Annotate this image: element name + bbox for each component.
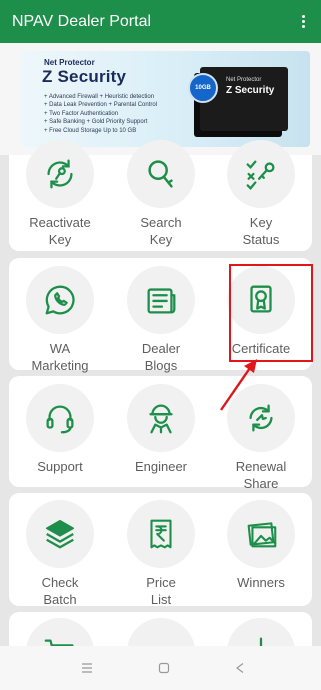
system-navigation-bar xyxy=(0,646,321,690)
check-batch-tile[interactable]: Check Batch xyxy=(15,500,105,608)
tile-label: Engineer xyxy=(134,459,188,474)
menu-card-sales: Check Batch Price List Winners xyxy=(9,493,312,608)
headset-icon xyxy=(26,384,94,452)
annotation-arrow-icon xyxy=(220,359,257,411)
wa-marketing-tile[interactable]: WA Marketing xyxy=(15,266,105,374)
home-icon[interactable] xyxy=(154,658,174,678)
tile-label: Renewal Share xyxy=(235,459,287,491)
key-status-icon xyxy=(227,140,295,208)
key-status-tile[interactable]: Key Status xyxy=(216,140,306,248)
price-list-icon xyxy=(127,500,195,568)
blog-icon xyxy=(127,266,195,334)
engineer-tile[interactable]: Engineer xyxy=(116,384,206,475)
promo-banner[interactable]: Net Protector Z Security + Advanced Fire… xyxy=(20,51,310,147)
menu-card-keys: Reactivate Key Search Key Key Status xyxy=(9,140,312,251)
layers-icon xyxy=(26,500,94,568)
tile-label: Winners xyxy=(237,575,285,590)
promo-banner-area: Net Protector Z Security + Advanced Fire… xyxy=(0,43,321,155)
recent-apps-icon[interactable] xyxy=(77,658,97,678)
tile-label: Key Status xyxy=(242,215,280,247)
search-key-icon xyxy=(127,140,195,208)
app-title: NPAV Dealer Portal xyxy=(12,12,152,30)
dealer-blogs-tile[interactable]: Dealer Blogs xyxy=(116,266,206,374)
app-bar: NPAV Dealer Portal xyxy=(0,0,321,43)
winners-tile[interactable]: Winners xyxy=(216,500,306,591)
banner-title: Z Security xyxy=(42,67,127,86)
banner-feature: + Advanced Firewall + Heuristic detectio… xyxy=(44,94,155,100)
price-list-tile[interactable]: Price List xyxy=(116,500,206,608)
banner-feature: + Free Cloud Storage Up to 10 GB xyxy=(44,127,137,134)
reactivate-key-icon xyxy=(26,140,94,208)
whatsapp-icon xyxy=(26,266,94,334)
reactivate-key-tile[interactable]: Reactivate Key xyxy=(15,140,105,248)
back-icon[interactable] xyxy=(230,658,250,678)
support-tile[interactable]: Support xyxy=(15,384,105,475)
tile-label: Dealer Blogs xyxy=(141,341,181,373)
menu-card-marketing: WA Marketing Dealer Blogs Certificate xyxy=(9,258,312,373)
certificate-tile[interactable]: Certificate xyxy=(216,266,306,357)
banner-feature: + Two Factor Authentication xyxy=(44,110,119,117)
box-brand: Net Protector xyxy=(226,77,262,83)
tile-label: Reactivate Key xyxy=(29,215,91,247)
tile-label: Search Key xyxy=(140,215,182,247)
banner-feature: + Safe Banking + Gold Priority Support xyxy=(44,119,148,126)
cloud-storage-badge: 10GB xyxy=(188,73,218,103)
banner-feature: + Data Leak Prevention + Parental Contro… xyxy=(44,102,158,109)
banner-feature-list: + Advanced Firewall + Heuristic detectio… xyxy=(44,93,157,135)
engineer-icon xyxy=(127,384,195,452)
search-key-tile[interactable]: Search Key xyxy=(116,140,206,248)
kebab-menu-icon[interactable] xyxy=(298,11,309,32)
image-gallery-icon xyxy=(227,500,295,568)
product-box-image: 10GB Net Protector Z Security xyxy=(188,67,288,131)
tile-label: Check Batch xyxy=(41,575,79,607)
menu-card-support: Support Engineer Renewal Share xyxy=(9,376,312,491)
box-title: Z Security xyxy=(226,85,275,96)
banner-brand: Net Protector xyxy=(44,58,95,67)
tile-label: WA Marketing xyxy=(31,341,89,373)
tile-label: Support xyxy=(37,459,83,474)
certificate-icon xyxy=(227,266,295,334)
tile-label: Price List xyxy=(146,575,176,607)
